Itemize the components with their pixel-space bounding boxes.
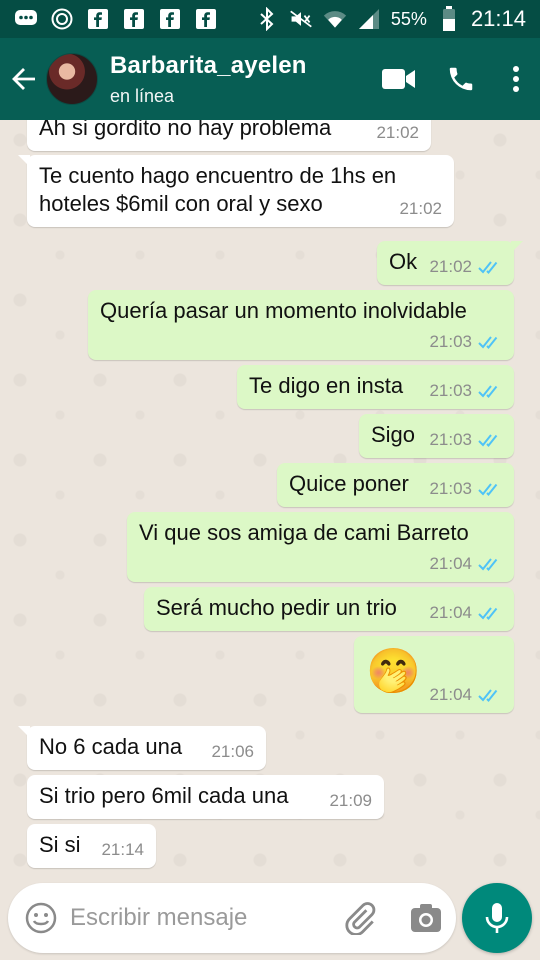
message-text: Quice poner — [289, 471, 409, 496]
message-text: Si si — [39, 832, 81, 857]
message-time: 21:02 — [376, 123, 419, 142]
message-incoming[interactable]: Si trio pero 6mil cada una 21:09 — [27, 775, 384, 819]
message-incoming[interactable]: No 6 cada una 21:06 — [18, 726, 266, 770]
bluetooth-icon — [255, 7, 279, 31]
attach-button[interactable] — [336, 894, 384, 942]
double-check-icon — [478, 607, 498, 620]
more-options-icon — [513, 66, 519, 92]
back-arrow-icon — [12, 68, 35, 90]
message-outgoing-emoji[interactable]: 🤭 21:04 — [354, 636, 514, 713]
message-outgoing[interactable]: Quería pasar un momento inolvidable 21:0… — [88, 290, 514, 360]
message-text-line: hoteles $6mil con oral y sexo — [39, 191, 323, 216]
contact-status: en línea — [110, 85, 175, 106]
message-input[interactable] — [70, 904, 320, 932]
double-check-icon — [478, 483, 498, 496]
message-text: Si trio pero 6mil cada una — [39, 783, 289, 808]
message-outgoing[interactable]: Será mucho pedir un trio 21:04 — [144, 587, 514, 631]
message-text: Ah si gordito no hay problema — [39, 120, 332, 140]
message-time: 21:03 — [429, 479, 472, 498]
wifi-icon — [323, 7, 347, 31]
message-incoming[interactable]: Ah si gordito no hay problema 21:02 — [27, 120, 431, 151]
message-incoming[interactable]: Te cuento hago encuentro de 1hs en hotel… — [18, 155, 454, 227]
double-check-icon — [478, 689, 498, 702]
double-check-icon — [478, 558, 498, 571]
message-time: 21:09 — [329, 791, 372, 810]
more-options-button[interactable] — [492, 51, 540, 107]
compose-bar — [8, 883, 456, 953]
facebook-icon — [122, 7, 146, 31]
message-time: 21:02 — [399, 199, 442, 218]
video-call-button[interactable] — [368, 51, 430, 107]
message-time: 21:04 — [429, 603, 472, 622]
battery-percent: 55% — [390, 8, 427, 29]
message-text: Te digo en insta — [249, 373, 404, 398]
bubble-tail — [511, 241, 523, 253]
message-outgoing[interactable]: Quice poner 21:03 — [277, 463, 514, 507]
bubble-tail — [18, 726, 30, 738]
video-call-icon — [382, 69, 415, 89]
avatar[interactable] — [46, 53, 98, 105]
microphone-icon — [485, 903, 509, 933]
message-time: 21:03 — [429, 381, 472, 400]
bubble-tail — [18, 155, 30, 167]
phone-call-button[interactable] — [430, 51, 492, 107]
paperclip-icon — [345, 902, 376, 935]
chat-header: Barbarita_ayelen en línea — [0, 38, 540, 120]
clock: 21:14 — [470, 6, 526, 31]
camera-button[interactable] — [402, 894, 450, 942]
message-time: 21:03 — [429, 430, 472, 449]
signal-icon — [357, 7, 381, 31]
message-time: 21:04 — [429, 685, 472, 704]
message-text: Quería pasar un momento inolvidable — [100, 298, 467, 323]
message-text: Vi que sos amiga de cami Barreto — [139, 520, 469, 545]
double-check-icon — [478, 385, 498, 398]
message-outgoing[interactable]: Vi que sos amiga de cami Barreto 21:04 — [127, 512, 514, 582]
sync-icon — [50, 7, 74, 31]
double-check-icon — [478, 336, 498, 349]
contact-name: Barbarita_ayelen — [110, 51, 307, 79]
message-time: 21:03 — [429, 332, 472, 351]
message-time: 21:06 — [211, 742, 254, 761]
message-list[interactable]: Ah si gordito no hay problema 21:02 Te c… — [0, 120, 540, 880]
voice-message-button[interactable] — [462, 883, 532, 953]
messages-icon — [14, 7, 38, 31]
message-outgoing[interactable]: Te digo en insta 21:03 — [237, 365, 514, 409]
message-text-line: Te cuento hago encuentro de 1hs en — [39, 163, 397, 188]
emoji-button[interactable] — [18, 895, 64, 941]
message-incoming[interactable]: Si si 21:14 — [27, 824, 156, 868]
battery-icon — [437, 6, 461, 31]
back-button[interactable] — [2, 57, 46, 101]
message-text: No 6 cada una — [39, 734, 183, 759]
contact-info[interactable]: Barbarita_ayelen en línea — [110, 52, 307, 107]
mute-icon — [289, 7, 313, 31]
double-check-icon — [478, 261, 498, 274]
message-text: Ok — [389, 249, 418, 274]
facebook-icon — [86, 7, 110, 31]
smiley-icon — [25, 902, 57, 934]
status-bar: 55% 21:14 — [0, 0, 540, 38]
double-check-icon — [478, 434, 498, 447]
message-text: Será mucho pedir un trio — [156, 595, 397, 620]
phone-call-icon — [449, 67, 473, 91]
message-outgoing[interactable]: Sigo 21:03 — [359, 414, 514, 458]
camera-icon — [411, 904, 441, 932]
message-text: Sigo — [371, 422, 416, 447]
facebook-icon — [194, 7, 218, 31]
emoji: 🤭 — [366, 647, 421, 696]
message-time: 21:14 — [101, 840, 144, 859]
message-outgoing[interactable]: Ok 21:02 — [377, 241, 523, 285]
facebook-icon — [158, 7, 182, 31]
message-time: 21:04 — [429, 554, 472, 573]
message-time: 21:02 — [429, 257, 472, 276]
